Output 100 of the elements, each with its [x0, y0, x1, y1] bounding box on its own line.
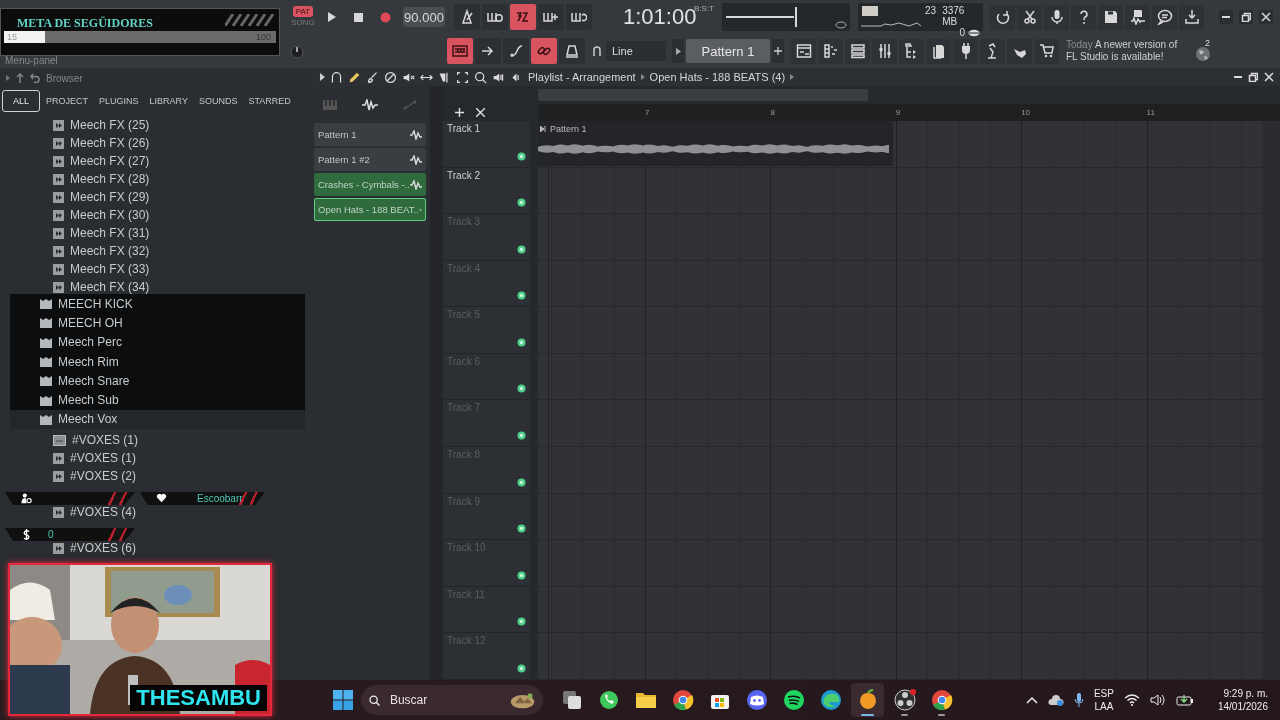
- browser-item[interactable]: Meech FX (28): [0, 172, 305, 186]
- browser-item[interactable]: Meech FX (32): [0, 244, 305, 258]
- pattern-item[interactable]: Pattern 1: [314, 123, 426, 146]
- blend-toggle[interactable]: [538, 4, 564, 30]
- delete-icon[interactable]: [384, 70, 397, 84]
- microphone-button[interactable]: [1044, 4, 1069, 30]
- browser-tab[interactable]: LIBRARY: [144, 90, 193, 112]
- globe-icon[interactable]: [1195, 46, 1211, 62]
- track-name[interactable]: Track 2: [447, 169, 480, 181]
- pattern-item[interactable]: Crashes - Cymbals -..: [314, 173, 426, 196]
- zoom-icon[interactable]: [474, 70, 487, 84]
- circular-arrow-button[interactable]: [990, 4, 1015, 30]
- magnet-icon[interactable]: [330, 70, 343, 84]
- restore-button[interactable]: [1239, 10, 1253, 24]
- microphone-icon[interactable]: [1073, 693, 1084, 707]
- close-button[interactable]: [1259, 10, 1273, 24]
- clock[interactable]: 9:29 p. m. 14/01/2026: [1217, 687, 1268, 713]
- track-name[interactable]: Track 1: [447, 123, 480, 134]
- lamp-button[interactable]: [980, 38, 1005, 64]
- cart-button[interactable]: [1034, 38, 1059, 64]
- browser-tab[interactable]: PROJECT: [41, 90, 94, 112]
- plus-icon[interactable]: [455, 108, 464, 117]
- back-arrow-icon[interactable]: [30, 73, 40, 83]
- browser-item[interactable]: Meech FX (27): [0, 154, 305, 168]
- track-enable-dot[interactable]: [517, 570, 526, 580]
- speaker-icon[interactable]: [1149, 694, 1166, 706]
- track-enable-dot[interactable]: [517, 151, 526, 161]
- list-button[interactable]: [845, 38, 870, 64]
- track-enable-dot[interactable]: [517, 291, 526, 301]
- taskbar-app[interactable]: [851, 683, 884, 717]
- cloud-icon[interactable]: [1047, 694, 1064, 706]
- pencil-icon[interactable]: [348, 70, 361, 84]
- wifi-icon[interactable]: [1123, 694, 1140, 706]
- slide-toggle[interactable]: [503, 38, 529, 64]
- pattern-item[interactable]: Open Hats - 188 BEAT..: [314, 198, 426, 221]
- snap-dropdown[interactable]: Line: [606, 41, 666, 61]
- select-icon[interactable]: [456, 70, 469, 84]
- track-enable-dot[interactable]: [517, 244, 526, 254]
- track-enable-dot[interactable]: [517, 431, 526, 441]
- slice-icon[interactable]: [438, 70, 451, 84]
- up-arrow-icon[interactable]: [16, 73, 24, 83]
- pattern-selector[interactable]: Pattern 1: [686, 39, 770, 63]
- close-icon[interactable]: [476, 108, 485, 117]
- metronome-toggle[interactable]: [454, 4, 480, 30]
- download-button[interactable]: [1179, 4, 1204, 30]
- typing-keyboard-toggle[interactable]: [447, 38, 473, 64]
- pattern-menu-button[interactable]: [672, 39, 684, 63]
- pattern-clip[interactable]: Pattern 1: [538, 121, 893, 166]
- battery-icon[interactable]: [1175, 694, 1194, 706]
- brush-icon[interactable]: [366, 70, 379, 84]
- browser-item[interactable]: #VOXES (4): [0, 505, 305, 520]
- search-bar[interactable]: Buscar: [361, 685, 543, 715]
- track-lane[interactable]: Pattern 1: [538, 121, 1262, 168]
- browser-item[interactable]: Meech FX (29): [0, 190, 305, 204]
- hand-button[interactable]: [1007, 38, 1032, 64]
- mixer-button[interactable]: [872, 38, 897, 64]
- knob-icon[interactable]: [290, 45, 304, 59]
- playlist-button[interactable]: [791, 38, 816, 64]
- mode-toggle[interactable]: PAT: [292, 6, 314, 17]
- browser-item[interactable]: #VOXES (2): [0, 469, 305, 484]
- track-enable-dot[interactable]: [517, 384, 526, 394]
- track-lane[interactable]: [538, 633, 1262, 680]
- browser-item[interactable]: MEECH KICK: [10, 294, 305, 314]
- pages-button[interactable]: [926, 38, 951, 64]
- browser-item[interactable]: #VOXES (1): [0, 433, 305, 448]
- browser-tab[interactable]: PLUGINS: [94, 90, 144, 112]
- minimize-button[interactable]: [1219, 10, 1233, 24]
- browser-item[interactable]: MEECH OH: [10, 313, 305, 333]
- waveform-icon[interactable]: [362, 98, 378, 111]
- chat-button[interactable]: [1152, 4, 1177, 30]
- folder-tree-button[interactable]: [899, 38, 924, 64]
- restore-icon[interactable]: [1248, 72, 1258, 82]
- chevron-up-icon[interactable]: [1025, 696, 1038, 704]
- link-toggle[interactable]: [531, 38, 557, 64]
- browser-item[interactable]: #VOXES (1): [0, 451, 305, 466]
- browser-item[interactable]: Meech FX (34): [0, 280, 305, 294]
- browser-item[interactable]: Meech Rim: [10, 351, 305, 372]
- search-field[interactable]: Buscar: [387, 692, 502, 708]
- save-button[interactable]: [1098, 4, 1123, 30]
- track-enable-dot[interactable]: [517, 477, 526, 487]
- track-enable-dot[interactable]: [517, 337, 526, 347]
- countdown-toggle[interactable]: [510, 4, 536, 30]
- browser-item[interactable]: Meech Sub: [10, 390, 305, 410]
- browser-item[interactable]: Meech FX (26): [0, 136, 305, 150]
- tempo-field[interactable]: 90.000: [403, 7, 445, 27]
- knob-toggle[interactable]: [559, 38, 585, 64]
- wait-toggle[interactable]: [482, 4, 508, 30]
- help-button[interactable]: [1071, 4, 1096, 30]
- browser-item[interactable]: Meech FX (25): [0, 118, 305, 132]
- loop-toggle[interactable]: [566, 4, 592, 30]
- scissors-button[interactable]: [1017, 4, 1042, 30]
- browser-item[interactable]: Meech FX (31): [0, 226, 305, 240]
- windows-icon[interactable]: [333, 690, 353, 710]
- add-pattern-button[interactable]: [772, 39, 784, 63]
- browser-item[interactable]: Meech Vox: [10, 409, 305, 430]
- track-enable-dot[interactable]: [517, 198, 526, 208]
- pattern-item[interactable]: Pattern 1 #2: [314, 148, 426, 171]
- close-icon[interactable]: [1264, 72, 1274, 82]
- browser-tab[interactable]: SOUNDS: [193, 90, 243, 112]
- floppy-wave-button[interactable]: [1125, 4, 1150, 30]
